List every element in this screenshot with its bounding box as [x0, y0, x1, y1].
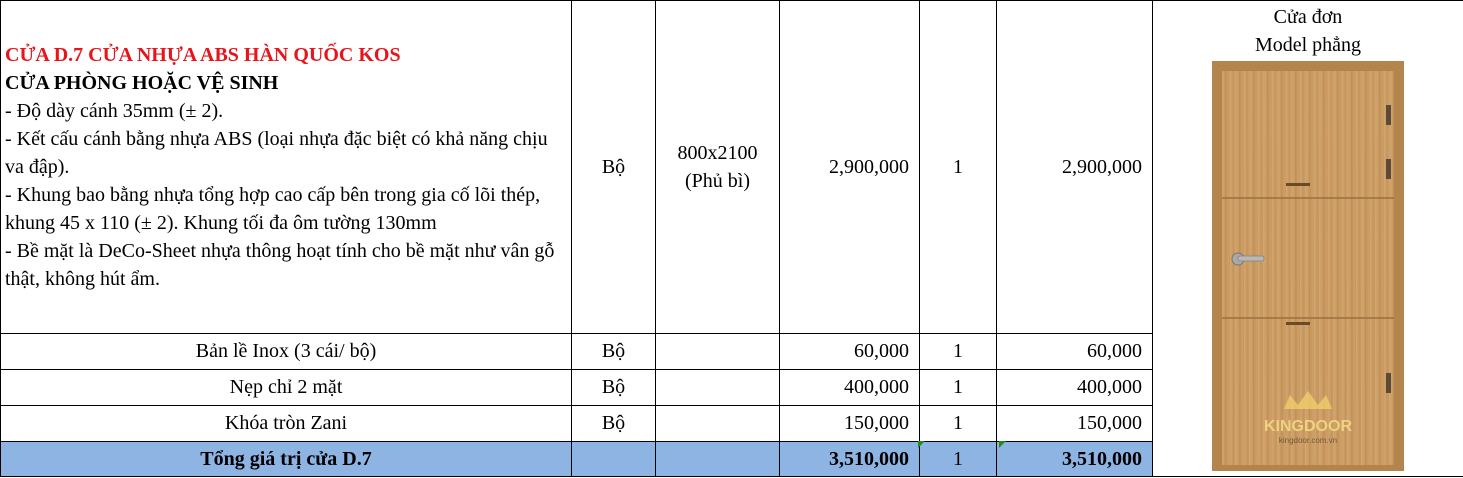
hinge-middle-icon [1386, 159, 1391, 179]
accessory-amount-cell[interactable]: 60,000 [996, 333, 1153, 370]
accessory-size-cell[interactable] [655, 333, 780, 370]
product-title: CỬA D.7 CỬA NHỰA ABS HÀN QUỐC KOS [5, 44, 401, 66]
accessory-qty-cell[interactable]: 1 [919, 405, 997, 442]
door-handle-lever [1237, 255, 1265, 262]
feature-structure: - Kết cấu cánh bằng nhựa ABS (loại nhựa … [5, 128, 548, 178]
product-size: 800x2100 [677, 142, 758, 164]
total-size-cell[interactable] [655, 441, 780, 477]
product-amount-cell[interactable]: 2,900,000 [996, 0, 1153, 334]
door-slot-top [1286, 183, 1310, 186]
door-slot-bottom [1286, 322, 1310, 325]
product-size-cell[interactable]: 800x2100 (Phủ bì) [655, 0, 780, 334]
accessory-qty-cell[interactable]: 1 [919, 333, 997, 370]
accessory-unit-cell[interactable]: Bộ [571, 405, 656, 442]
quote-table: CỬA D.7 CỬA NHỰA ABS HÀN QUỐC KOS CỬA PH… [0, 0, 1463, 477]
accessory-amount-cell[interactable]: 150,000 [996, 405, 1153, 442]
product-size-note: (Phủ bì) [685, 170, 750, 192]
hinge-top-icon [1386, 105, 1391, 125]
accessory-price-cell[interactable]: 400,000 [779, 369, 920, 406]
total-amount-cell[interactable]: 3,510,000 [996, 441, 1153, 477]
accessory-price-cell[interactable]: 60,000 [779, 333, 920, 370]
total-price-cell[interactable]: 3,510,000 [779, 441, 920, 477]
total-qty-cell[interactable]: 1 [919, 441, 997, 477]
door-illustration: KINGDOOR kingdoor.com.vn [1212, 61, 1404, 471]
total-label-cell[interactable]: Tổng giá trị cửa D.7 [0, 441, 572, 477]
accessory-name-cell[interactable]: Nẹp chỉ 2 mặt [0, 369, 572, 406]
watermark-site: kingdoor.com.vn [1279, 436, 1337, 445]
accessory-name-cell[interactable]: Bản lề Inox (3 cái/ bộ) [0, 333, 572, 370]
product-row: CỬA D.7 CỬA NHỰA ABS HÀN QUỐC KOS CỬA PH… [0, 0, 1463, 477]
feature-frame: - Khung bao bằng nhựa tổng hợp cao cấp b… [5, 184, 541, 234]
accessory-size-cell[interactable] [655, 405, 780, 442]
image-caption-model: Model phẳng [1254, 34, 1362, 56]
quote-sheet: CỬA D.7 CỬA NHỰA ABS HÀN QUỐC KOS CỬA PH… [0, 0, 1463, 478]
door-picture: KINGDOOR kingdoor.com.vn [1212, 61, 1404, 471]
feature-thickness: - Độ dày cánh 35mm (± 2). [5, 100, 224, 122]
product-unit-cell[interactable]: Bộ [571, 0, 656, 334]
cell-comment-marker [918, 441, 925, 448]
image-caption-type: Cửa đơn [1273, 6, 1343, 28]
product-price-cell[interactable]: 2,900,000 [779, 0, 920, 334]
cell-comment-marker [999, 441, 1006, 448]
accessory-amount-cell[interactable]: 400,000 [996, 369, 1153, 406]
product-qty-cell[interactable]: 1 [919, 0, 997, 334]
watermark-brand: KINGDOOR [1264, 418, 1352, 435]
accessory-qty-cell[interactable]: 1 [919, 369, 997, 406]
accessory-name-cell[interactable]: Khóa tròn Zani [0, 405, 572, 442]
accessory-unit-cell[interactable]: Bộ [571, 369, 656, 406]
product-subtitle: CỬA PHÒNG HOẶC VỆ SINH [5, 72, 279, 94]
accessory-unit-cell[interactable]: Bộ [571, 333, 656, 370]
total-unit-cell[interactable] [571, 441, 656, 477]
door-image-cell[interactable]: Cửa đơn Model phẳng KINGDOOR kingdoor.co… [1152, 0, 1463, 477]
accessory-price-cell[interactable]: 150,000 [779, 405, 920, 442]
hinge-bottom-icon [1386, 373, 1391, 393]
accessory-size-cell[interactable] [655, 369, 780, 406]
feature-surface: - Bề mặt là DeCo-Sheet nhựa thông hoạt t… [5, 240, 555, 290]
product-description-cell[interactable]: CỬA D.7 CỬA NHỰA ABS HÀN QUỐC KOS CỬA PH… [0, 0, 572, 334]
